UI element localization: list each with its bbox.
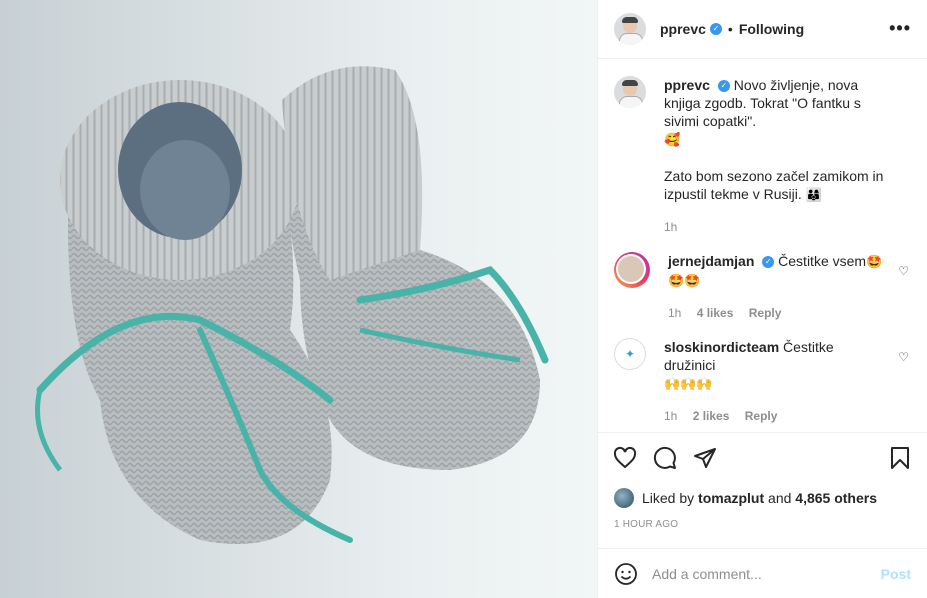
verified-icon: ✓ (717, 80, 730, 93)
comment-like-icon[interactable]: ♡ (898, 350, 909, 364)
comment-item: jernejdamjan ✓ Čestitke vsem🤩 🤩🤩 1h 4 li… (614, 252, 911, 322)
comment-emoji-line2: 🤩🤩 (668, 273, 701, 288)
caption-emoji-2: 👨‍👩‍👦 (805, 187, 822, 202)
verified-icon: ✓ (709, 23, 722, 35)
likes-prefix: Liked by (642, 490, 695, 506)
following-button[interactable]: Following (739, 21, 804, 37)
smile-icon[interactable] (614, 562, 638, 586)
post-timestamp[interactable]: 1 HOUR AGO (614, 519, 678, 530)
comment-emoji: 🤩 (866, 254, 883, 269)
post-button[interactable]: Post (881, 566, 911, 582)
share-icon[interactable] (692, 445, 718, 471)
caption-avatar[interactable] (614, 76, 646, 108)
likes-summary: Liked by tomazplut and 4,865 others (614, 488, 877, 508)
comment-time: 1h (668, 306, 682, 320)
caption-text-2: Zato bom sezono začel zamikom in izpusti… (664, 168, 884, 202)
comment-icon[interactable] (652, 445, 678, 471)
commenter-avatar[interactable]: ✦ (614, 338, 646, 370)
knitted-booties-illustration (35, 66, 549, 544)
caption: pprevc ✓ Novo življenje, nova knjiga zgo… (614, 76, 911, 236)
liker-avatar[interactable] (614, 488, 634, 508)
comment-text: Čestitke vsem (778, 253, 867, 269)
action-bar (598, 432, 927, 482)
commenter-username[interactable]: sloskinordicteam (664, 339, 779, 355)
comment-likes[interactable]: 4 likes (697, 306, 734, 320)
likes-conj: and (768, 490, 792, 506)
commenter-username[interactable]: jernejdamjan (668, 253, 754, 269)
bookmark-icon[interactable] (887, 445, 913, 471)
add-comment-bar: Add a comment... Post (598, 548, 927, 598)
comments-list[interactable]: pprevc ✓ Novo življenje, nova knjiga zgo… (598, 60, 927, 432)
comment-item: ✦ sloskinordicteam Čestitke družinici 🙌🙌… (614, 338, 911, 425)
reply-button[interactable]: Reply (749, 306, 782, 320)
author-avatar[interactable] (614, 13, 646, 45)
reply-button[interactable]: Reply (745, 409, 778, 423)
verified-icon: ✓ (762, 256, 775, 269)
caption-username[interactable]: pprevc (664, 77, 710, 93)
separator-dot: • (727, 21, 733, 37)
caption-time: 1h (664, 220, 678, 234)
commenter-avatar[interactable] (614, 252, 650, 288)
comment-likes[interactable]: 2 likes (693, 409, 730, 423)
more-icon[interactable]: ••• (889, 18, 911, 39)
liker-username[interactable]: tomazplut (698, 490, 764, 506)
author-username[interactable]: pprevc (660, 21, 706, 37)
comment-like-icon[interactable]: ♡ (898, 264, 909, 278)
likes-others[interactable]: 4,865 others (795, 490, 877, 506)
caption-emoji-1: 🥰 (664, 132, 681, 147)
heart-icon[interactable] (612, 445, 638, 471)
post-header: pprevc ✓ • Following ••• (598, 0, 927, 59)
comment-time: 1h (664, 409, 678, 423)
comment-emoji-line2: 🙌🙌🙌 (664, 376, 713, 391)
post-side-panel: pprevc ✓ • Following ••• pprevc ✓ Novo ž… (597, 0, 927, 598)
post-image[interactable] (0, 0, 597, 598)
comment-input[interactable]: Add a comment... (652, 566, 881, 582)
post: pprevc ✓ • Following ••• pprevc ✓ Novo ž… (0, 0, 927, 598)
